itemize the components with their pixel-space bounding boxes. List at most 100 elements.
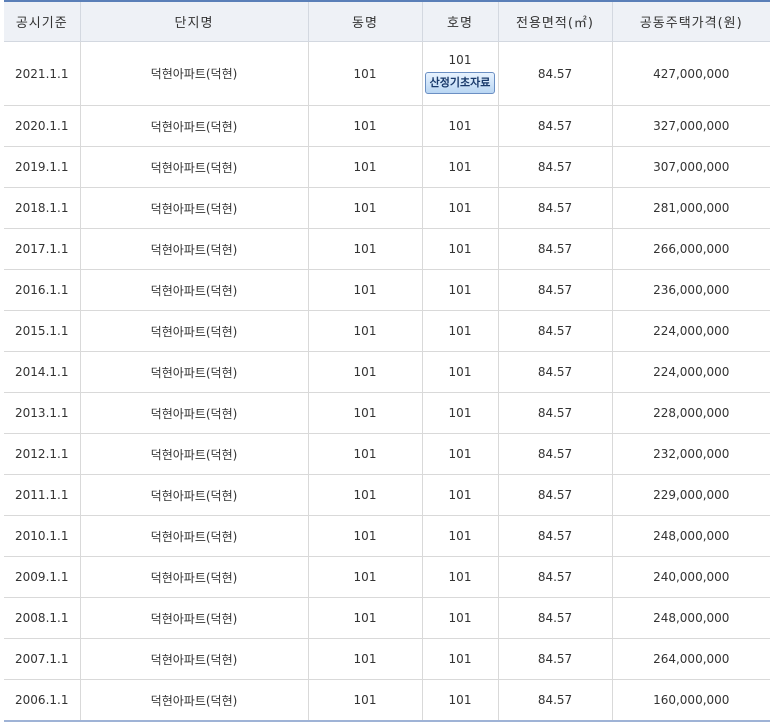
table-row: 2013.1.1 덕현아파트(덕현) 101 101 84.57 228,000,000 [4,392,770,434]
cell-ho: 101 [421,269,499,311]
table-row: 2016.1.1 덕현아파트(덕현) 101 101 84.57 236,000,000 [4,269,770,311]
cell-date: 2019.1.1 [4,146,81,188]
cell-complex: 덕현아파트(덕현) [79,269,309,311]
cell-dong: 101 [307,187,423,229]
cell-area: 84.57 [497,105,613,147]
cell-ho: 101 [421,146,499,188]
cell-complex: 덕현아파트(덕현) [79,228,309,270]
cell-complex: 덕현아파트(덕현) [79,392,309,434]
price-history-table: 공시기준 단지명 동명 호명 전용면적(㎡) 공동주택가격(원) 2021.1.… [4,0,770,722]
cell-dong: 101 [307,41,423,106]
cell-area: 84.57 [497,351,613,393]
cell-complex: 덕현아파트(덕현) [79,679,309,722]
cell-price: 307,000,000 [611,146,770,188]
cell-ho: 101 [421,228,499,270]
cell-dong: 101 [307,105,423,147]
cell-date: 2014.1.1 [4,351,81,393]
cell-complex: 덕현아파트(덕현) [79,638,309,680]
cell-area: 84.57 [497,556,613,598]
cell-dong: 101 [307,269,423,311]
cell-area: 84.57 [497,433,613,475]
cell-area: 84.57 [497,638,613,680]
table-row: 2008.1.1 덕현아파트(덕현) 101 101 84.57 248,000,000 [4,597,770,639]
cell-ho: 101 [421,187,499,229]
cell-price: 327,000,000 [611,105,770,147]
cell-area: 84.57 [497,187,613,229]
cell-dong: 101 [307,146,423,188]
cell-complex: 덕현아파트(덕현) [79,597,309,639]
cell-dong: 101 [307,679,423,722]
cell-complex: 덕현아파트(덕현) [79,187,309,229]
table-row: 2021.1.1 덕현아파트(덕현) 101 101 산정기초자료 84.57 427,00… [4,41,770,106]
cell-area: 84.57 [497,474,613,516]
cell-ho-value: 101 [448,53,472,68]
cell-ho: 101 [421,351,499,393]
cell-price: 248,000,000 [611,515,770,557]
table-row: 2011.1.1 덕현아파트(덕현) 101 101 84.57 229,000,000 [4,474,770,516]
cell-date: 2020.1.1 [4,105,81,147]
calc-basis-button[interactable]: 산정기초자료 [424,71,496,94]
cell-dong: 101 [307,474,423,516]
cell-price: 232,000,000 [611,433,770,475]
cell-dong: 101 [307,228,423,270]
cell-area: 84.57 [497,597,613,639]
cell-dong: 101 [307,515,423,557]
cell-ho: 101 [421,515,499,557]
header-complex: 단지명 [79,1,309,42]
cell-area: 84.57 [497,515,613,557]
cell-date: 2017.1.1 [4,228,81,270]
cell-ho: 101 [421,433,499,475]
cell-complex: 덕현아파트(덕현) [79,310,309,352]
cell-dong: 101 [307,556,423,598]
cell-price: 281,000,000 [611,187,770,229]
header-price: 공동주택가격(원) [611,1,770,42]
cell-date: 2013.1.1 [4,392,81,434]
cell-complex: 덕현아파트(덕현) [79,351,309,393]
table-row: 2012.1.1 덕현아파트(덕현) 101 101 84.57 232,000,000 [4,433,770,475]
cell-dong: 101 [307,310,423,352]
cell-ho: 101 [421,679,499,722]
cell-area: 84.57 [497,269,613,311]
cell-complex: 덕현아파트(덕현) [79,41,309,106]
cell-area: 84.57 [497,146,613,188]
cell-date: 2006.1.1 [4,679,81,722]
table-row: 2006.1.1 덕현아파트(덕현) 101 101 84.57 160,000,000 [4,679,770,722]
cell-date: 2021.1.1 [4,41,81,106]
cell-ho: 101 산정기초자료 [421,41,499,106]
cell-area: 84.57 [497,228,613,270]
cell-date: 2016.1.1 [4,269,81,311]
cell-price: 266,000,000 [611,228,770,270]
cell-ho: 101 [421,105,499,147]
header-area: 전용면적(㎡) [497,1,613,42]
header-ho: 호명 [421,1,499,42]
cell-dong: 101 [307,638,423,680]
cell-date: 2015.1.1 [4,310,81,352]
table-row: 2015.1.1 덕현아파트(덕현) 101 101 84.57 224,000,000 [4,310,770,352]
cell-area: 84.57 [497,41,613,106]
cell-area: 84.57 [497,310,613,352]
cell-price: 427,000,000 [611,41,770,106]
table-row: 2020.1.1 덕현아파트(덕현) 101 101 84.57 327,000,000 [4,105,770,147]
cell-price: 240,000,000 [611,556,770,598]
cell-ho: 101 [421,638,499,680]
cell-price: 236,000,000 [611,269,770,311]
cell-date: 2009.1.1 [4,556,81,598]
table-row: 2018.1.1 덕현아파트(덕현) 101 101 84.57 281,000,000 [4,187,770,229]
cell-dong: 101 [307,597,423,639]
cell-price: 248,000,000 [611,597,770,639]
table-row: 2010.1.1 덕현아파트(덕현) 101 101 84.57 248,000,000 [4,515,770,557]
table-row: 2019.1.1 덕현아파트(덕현) 101 101 84.57 307,000,000 [4,146,770,188]
cell-complex: 덕현아파트(덕현) [79,105,309,147]
cell-date: 2008.1.1 [4,597,81,639]
cell-dong: 101 [307,433,423,475]
table-row: 2014.1.1 덕현아파트(덕현) 101 101 84.57 224,000,000 [4,351,770,393]
cell-date: 2012.1.1 [4,433,81,475]
cell-ho: 101 [421,310,499,352]
cell-ho: 101 [421,597,499,639]
header-date: 공시기준 [4,1,81,42]
cell-ho: 101 [421,474,499,516]
cell-complex: 덕현아파트(덕현) [79,474,309,516]
table-row: 2009.1.1 덕현아파트(덕현) 101 101 84.57 240,000,000 [4,556,770,598]
cell-dong: 101 [307,351,423,393]
cell-date: 2007.1.1 [4,638,81,680]
